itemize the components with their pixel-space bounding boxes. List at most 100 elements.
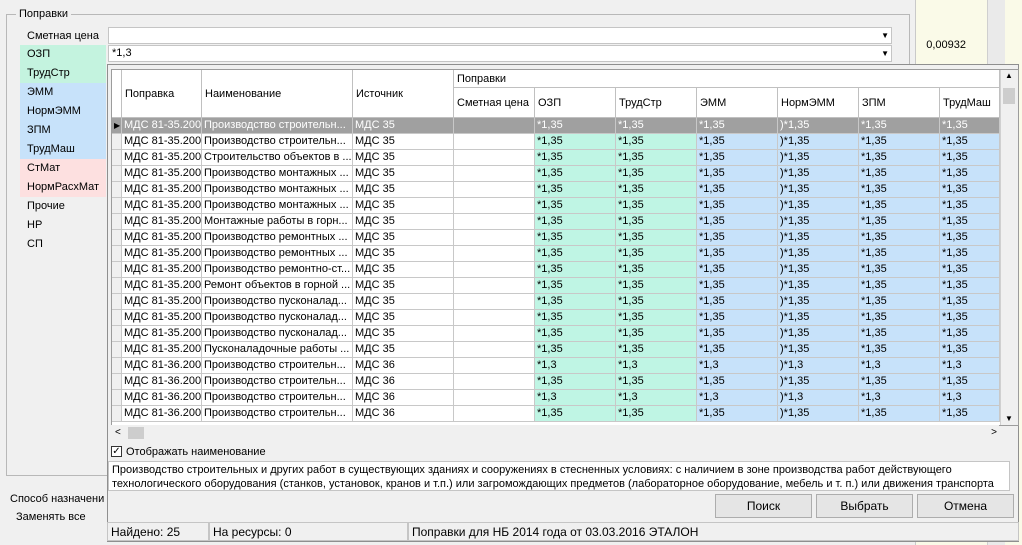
- cell-trudstr: *1,35: [616, 326, 697, 342]
- chevron-down-icon[interactable]: ▼: [881, 46, 889, 61]
- row-indicator: [112, 278, 122, 294]
- cell-zpm: *1,35: [859, 134, 940, 150]
- cell-correction: МДС 81-36.2004: [122, 390, 202, 406]
- scroll-left-icon[interactable]: <: [115, 427, 121, 438]
- row-indicator: [112, 246, 122, 262]
- col-header-smeta-price[interactable]: Сметная цена: [454, 88, 535, 118]
- row-indicator: [112, 134, 122, 150]
- table-row[interactable]: МДС 81-35.2004 Производство монтажных ...…: [112, 166, 1000, 182]
- cell-trudmash: *1,35: [940, 150, 1000, 166]
- cell-emm: *1,3: [697, 358, 778, 374]
- cell-source: МДС 35: [353, 310, 454, 326]
- cell-trudstr: *1,35: [616, 262, 697, 278]
- table-row[interactable]: МДС 81-36.2004 Производство строительн...…: [112, 406, 1000, 422]
- cell-correction: МДС 81-35.2004: [122, 198, 202, 214]
- horizontal-scroll-thumb[interactable]: [128, 427, 144, 439]
- col-header-trudmash[interactable]: ТрудМаш: [940, 88, 1000, 118]
- cell-emm: *1,35: [697, 406, 778, 422]
- correction-label: ЗПМ: [20, 121, 106, 140]
- cell-source: МДС 35: [353, 278, 454, 294]
- cell-emm: *1,35: [697, 278, 778, 294]
- col-header-name[interactable]: Наименование: [202, 70, 353, 118]
- cell-source: МДС 35: [353, 230, 454, 246]
- col-header-zpm[interactable]: ЗПМ: [859, 88, 940, 118]
- col-header-source[interactable]: Источник: [353, 70, 454, 118]
- search-button[interactable]: Поиск: [715, 494, 812, 518]
- scroll-up-icon[interactable]: ▲: [1005, 71, 1013, 80]
- cell-emm: *1,35: [697, 294, 778, 310]
- table-row[interactable]: МДС 81-35.2004 Производство пусконалад...…: [112, 294, 1000, 310]
- table-row[interactable]: МДС 81-35.2004 Ремонт объектов в горной .…: [112, 278, 1000, 294]
- col-header-normemm[interactable]: НормЭММ: [778, 88, 859, 118]
- cell-zpm: *1,35: [859, 342, 940, 358]
- cell-name: Ремонт объектов в горной ...: [202, 278, 353, 294]
- table-row[interactable]: МДС 81-36.2004 Производство строительн...…: [112, 390, 1000, 406]
- show-name-label[interactable]: Отображать наименование: [126, 445, 266, 459]
- table-row[interactable]: МДС 81-35.2004 Производство пусконалад...…: [112, 310, 1000, 326]
- cell-source: МДС 35: [353, 134, 454, 150]
- cell-smeta-price: [454, 390, 535, 406]
- cell-source: МДС 35: [353, 166, 454, 182]
- table-row[interactable]: МДС 81-35.2004 Производство монтажных ...…: [112, 198, 1000, 214]
- cell-source: МДС 35: [353, 326, 454, 342]
- cell-trudstr: *1,35: [616, 214, 697, 230]
- cell-emm: *1,35: [697, 262, 778, 278]
- cell-ozp: *1,35: [535, 182, 616, 198]
- table-row[interactable]: МДС 81-35.2004 Монтажные работы в горн...…: [112, 214, 1000, 230]
- description-text: Производство строительных и других работ…: [108, 461, 1010, 491]
- current-row-arrow-icon: ▶: [114, 121, 121, 130]
- cell-correction: МДС 81-35.2004: [122, 278, 202, 294]
- table-row[interactable]: МДС 81-36.2004 Производство строительн...…: [112, 358, 1000, 374]
- cell-trudmash: *1,35: [940, 374, 1000, 390]
- cell-normemm: )*1,35: [778, 342, 859, 358]
- table-row[interactable]: ▶ МДС 81-35.2004 Производство строительн..…: [112, 118, 1000, 134]
- corrections-grid[interactable]: Поправка Наименование Источник Поправки …: [111, 69, 1019, 426]
- table-row[interactable]: МДС 81-35.2004 Производство строительн...…: [112, 134, 1000, 150]
- cell-correction: МДС 81-35.2004: [122, 118, 202, 134]
- cell-emm: *1,35: [697, 214, 778, 230]
- show-name-checkbox[interactable]: ✓: [111, 446, 122, 457]
- cell-name: Производство пусконалад...: [202, 326, 353, 342]
- table-row[interactable]: МДС 81-35.2004 Производство ремонтных ...…: [112, 246, 1000, 262]
- table-row[interactable]: МДС 81-36.2004 Производство строительн...…: [112, 374, 1000, 390]
- chevron-down-icon[interactable]: ▼: [881, 28, 889, 43]
- cell-name: Производство пусконалад...: [202, 310, 353, 326]
- cell-smeta-price: [454, 278, 535, 294]
- cancel-button[interactable]: Отмена: [917, 494, 1014, 518]
- cell-smeta-price: [454, 246, 535, 262]
- select-button[interactable]: Выбрать: [816, 494, 913, 518]
- cell-correction: МДС 81-35.2004: [122, 134, 202, 150]
- cell-smeta-price: [454, 406, 535, 422]
- scroll-right-icon[interactable]: >: [991, 427, 997, 438]
- col-header-correction[interactable]: Поправка: [122, 70, 202, 118]
- cell-name: Строительство объектов в ...: [202, 150, 353, 166]
- assign-method-label: Способ назначени: [10, 493, 105, 505]
- cell-trudstr: *1,35: [616, 310, 697, 326]
- cell-name: Производство строительн...: [202, 390, 353, 406]
- cell-emm: *1,35: [697, 230, 778, 246]
- cell-correction: МДС 81-35.2004: [122, 262, 202, 278]
- cell-source: МДС 36: [353, 390, 454, 406]
- ozp-combo[interactable]: *1,3 ▼: [108, 45, 892, 62]
- cell-name: Производство монтажных ...: [202, 182, 353, 198]
- scroll-thumb[interactable]: [1003, 88, 1015, 104]
- col-header-trudstr[interactable]: ТрудСтр: [616, 88, 697, 118]
- grid-horizontal-scrollbar[interactable]: < >: [111, 425, 999, 442]
- table-row[interactable]: МДС 81-35.2004 Производство ремонтно-ст..…: [112, 262, 1000, 278]
- smeta-price-combo[interactable]: ▼: [108, 27, 892, 44]
- cell-trudmash: *1,35: [940, 342, 1000, 358]
- replace-all-label[interactable]: Заменять все: [16, 509, 86, 525]
- cell-trudstr: *1,35: [616, 342, 697, 358]
- grid-vertical-scrollbar[interactable]: ▲ ▼: [1000, 70, 1018, 425]
- table-row[interactable]: МДС 81-35.2004 Производство монтажных ...…: [112, 182, 1000, 198]
- correction-label: ЭММ: [20, 83, 106, 102]
- table-row[interactable]: МДС 81-35.2004 Пусконаладочные работы ...…: [112, 342, 1000, 358]
- cell-trudmash: *1,3: [940, 390, 1000, 406]
- cell-name: Производство ремонтных ...: [202, 230, 353, 246]
- table-row[interactable]: МДС 81-35.2004 Производство ремонтных ...…: [112, 230, 1000, 246]
- table-row[interactable]: МДС 81-35.2004 Производство пусконалад...…: [112, 326, 1000, 342]
- table-row[interactable]: МДС 81-35.2004 Строительство объектов в .…: [112, 150, 1000, 166]
- scroll-down-icon[interactable]: ▼: [1005, 414, 1013, 423]
- col-header-ozp[interactable]: ОЗП: [535, 88, 616, 118]
- col-header-emm[interactable]: ЭММ: [697, 88, 778, 118]
